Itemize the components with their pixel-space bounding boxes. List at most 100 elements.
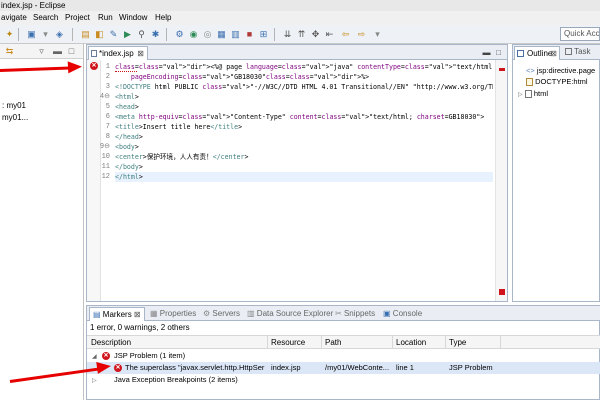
coverage-icon[interactable]: ◎ [202,29,213,40]
deploy-icon[interactable]: ▥ [230,29,241,40]
editor-overview-ruler[interactable] [495,60,507,301]
element-icon [524,90,532,99]
annotation-arrow-head [96,360,112,374]
quick-access-input[interactable]: Quick Acce [560,27,600,41]
minimize-icon[interactable]: ▬ [482,48,491,57]
code-line[interactable]: </html> [115,172,493,182]
marker-row[interactable]: ✕ The superclass "javax.servlet.http.Htt… [87,362,600,374]
stop-icon[interactable]: ■ [244,29,255,40]
code-line[interactable]: <head> [115,102,493,112]
code-line[interactable]: <body> [115,142,493,152]
column-path[interactable]: Path [325,337,341,348]
open-folder-icon[interactable]: ▤ [80,29,91,40]
expand-icon[interactable]: ▷ [518,92,523,98]
marker-group-row[interactable]: ◢ ✕ JSP Problem (1 item) [87,350,600,362]
last-edit-icon[interactable]: ⇤ [324,29,335,40]
tab-outline[interactable]: Outline ⊠ [514,46,560,60]
save-icon[interactable]: ▣ [26,29,37,40]
minimize-icon[interactable]: ▬ [52,46,63,57]
close-icon[interactable]: ⊠ [134,310,141,319]
code-line[interactable]: class=class="val">"dir"><%@ page languag… [115,62,493,72]
tab-servers[interactable]: ⚙ Servers [203,308,240,319]
error-summary-marker[interactable] [499,289,505,295]
maximize-icon[interactable]: □ [66,46,77,57]
tab-snippets[interactable]: ✂ Snippets [335,308,375,319]
pin-icon[interactable]: ⊞ [258,29,269,40]
server-icon[interactable]: ▦ [216,29,227,40]
new-icon[interactable]: ✦ [4,29,15,40]
run-icon[interactable]: ▶ [122,29,133,40]
code-line[interactable]: <title>Insert title here</title> [115,122,493,132]
window-title: index.jsp - Eclipse [1,1,66,10]
tab-label: Properties [159,309,197,318]
tab-label: Console [392,309,423,318]
column-resource[interactable]: Resource [271,337,305,348]
markers-icon: ▤ [93,310,101,319]
marker-group-row[interactable]: ▷ Java Exception Breakpoints (2 items) [87,374,600,386]
tab-console[interactable]: ▣ Console [383,308,422,319]
marker-description: The superclass "javax.servlet.http.HttpS… [125,363,265,372]
open-type-icon[interactable]: ◧ [94,29,105,40]
view-menu-icon[interactable]: ▿ [36,46,47,57]
debug-icon[interactable]: ✱ [150,29,161,40]
tab-task-list[interactable]: Task [565,47,591,56]
tree-item[interactable]: : my01 [2,101,26,110]
tab-data-source-explorer[interactable]: ▥ Data Source Explorer [247,308,333,319]
column-location[interactable]: Location [396,337,426,348]
tree-item[interactable]: my01... [2,113,28,122]
error-marker-icon[interactable]: ✕ [90,62,98,70]
collapse-icon[interactable]: ⇆ [4,46,15,57]
markers-table-header: Description Resource Path Location Type [87,335,600,349]
marker-type: JSP Problem [449,363,493,372]
forward-menu-icon[interactable]: ▾ [372,29,383,40]
build-icon[interactable]: ◈ [54,29,65,40]
menu-navigate[interactable]: avigate [1,12,27,24]
annotation-prev-icon[interactable]: ⇈ [296,29,307,40]
menu-run[interactable]: Run [98,12,113,24]
edit-icon[interactable]: ✎ [108,29,119,40]
code-area[interactable]: class=class="val">"dir"><%@ page languag… [115,60,493,301]
maximize-icon[interactable]: □ [494,48,503,57]
menu-search[interactable]: Search [33,12,58,24]
close-icon[interactable]: ⊠ [550,47,557,60]
code-line[interactable]: <!DOCTYPE html PUBLIC class="val">"-//W3… [115,82,493,92]
code-line[interactable]: <meta http-equiv=class="val">"Content-Ty… [115,112,493,122]
line-number: 8 [105,133,110,141]
menu-help[interactable]: Help [155,12,171,24]
tab-markers[interactable]: ▤ Markers ⊠ [89,307,145,321]
task-icon [565,48,572,56]
column-type[interactable]: Type [449,337,466,348]
run-last-icon[interactable]: ◉ [188,29,199,40]
column-description[interactable]: Description [91,337,131,348]
code-line[interactable]: </body> [115,162,493,172]
line-number: 9⊖ [99,143,110,151]
external-tools-icon[interactable]: ⚙ [174,29,185,40]
tab-label: Markers [102,310,132,319]
directive-icon: <> [526,66,535,75]
tab-index-jsp[interactable]: *index.jsp ⊠ [88,46,148,60]
pin-editor-icon[interactable]: ✥ [310,29,321,40]
jsp-file-icon [91,50,97,57]
menu-project[interactable]: Project [65,12,90,24]
expand-icon[interactable]: ◢ [92,351,97,362]
forward-icon[interactable]: ⇨ [356,29,367,40]
code-line[interactable]: <center>保护环境，人人有责！</center> [115,152,493,162]
close-icon[interactable]: ⊠ [137,47,144,60]
outline-item-html[interactable]: ▷ html [518,89,548,99]
dropdown-icon[interactable]: ▾ [40,29,51,40]
expand-icon[interactable]: ▷ [92,375,97,386]
outline-item-doctype[interactable]: DOCTYPE:html [526,77,588,87]
code-line[interactable]: <html> [115,92,493,102]
search-icon[interactable]: ⚲ [136,29,147,40]
menu-window[interactable]: Window [119,12,147,24]
annotation-next-icon[interactable]: ⇊ [282,29,293,40]
outline-item-directive[interactable]: <> jsp:directive.page [526,66,595,75]
back-icon[interactable]: ⇦ [340,29,351,40]
code-line[interactable]: pageEncoding=class="val">"GB18030"class=… [115,72,493,82]
error-overview-marker[interactable] [499,68,505,71]
task-tab-label: Task [574,47,591,56]
outline-tab-label: Outline [527,49,553,58]
code-line[interactable]: </head> [115,132,493,142]
tab-properties[interactable]: ▦ Properties [150,308,196,319]
editor-panel: *index.jsp ⊠ ▬ □ ✕ 1 2 3 4⊖ 5 6 7 8 9⊖ 10 11 12 cla… [86,44,508,302]
